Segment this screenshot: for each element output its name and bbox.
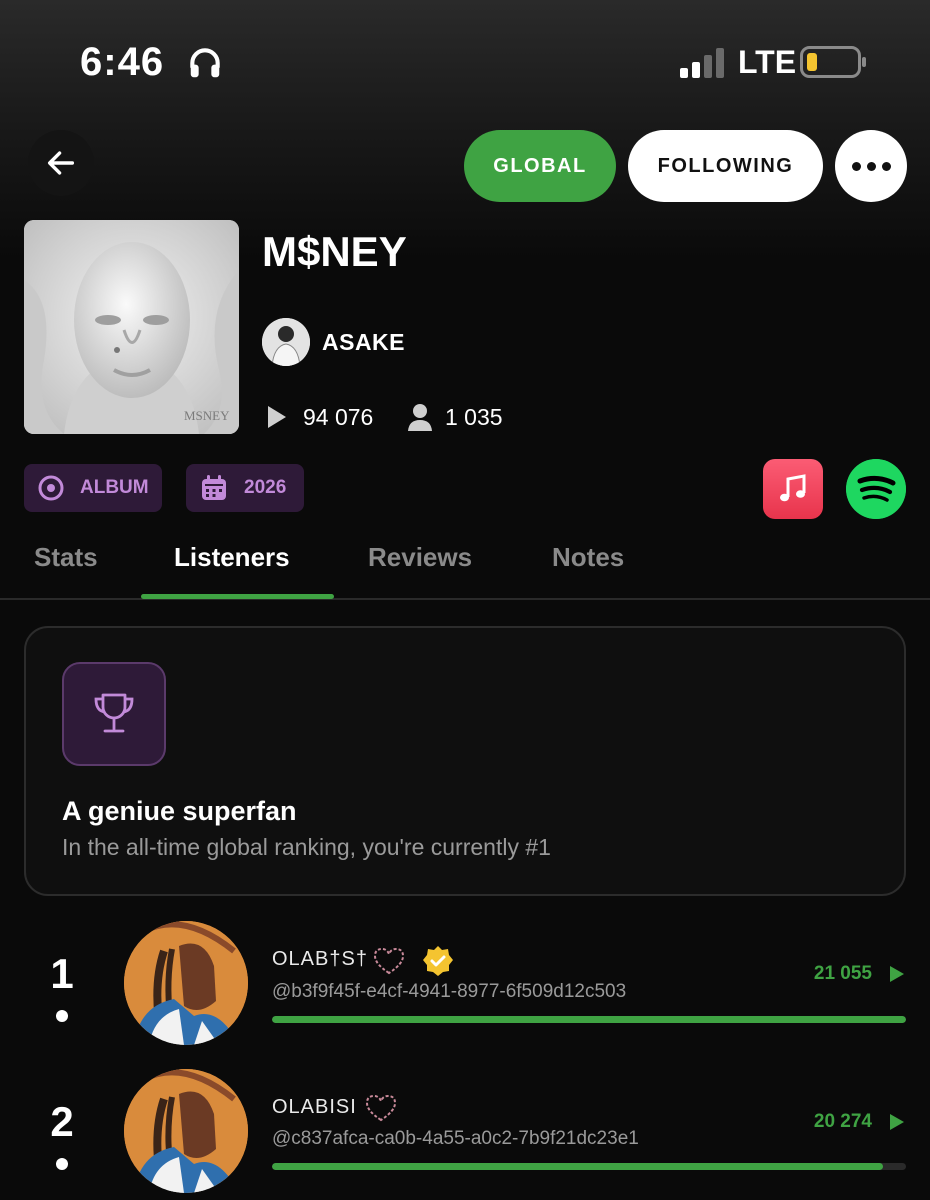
tabs-divider [0, 598, 930, 600]
play-count: 94 076 [303, 404, 374, 430]
album-type-tag: ALBUM [24, 464, 162, 512]
headphones-icon [190, 48, 220, 78]
artist-avatar-image [262, 318, 310, 366]
album-type-label: ALBUM [80, 477, 149, 498]
verified-badge-icon [423, 946, 453, 976]
superfan-title: A geniue superfan [62, 796, 297, 826]
music-note-icon [780, 474, 806, 502]
heart-icon [365, 1094, 397, 1122]
album-cover[interactable]: MSNEY [24, 220, 239, 434]
user-handle: @b3f9f45f-e4cf-4941-8977-6f509d12c503 [272, 981, 627, 1002]
listening-progress-bar [272, 1016, 906, 1023]
listeners-icon [408, 404, 432, 431]
progress-fill [272, 1016, 906, 1023]
rank-number: 2 [50, 1098, 74, 1145]
user-name[interactable]: OLAB†S† [272, 948, 368, 971]
more-dot [866, 161, 876, 171]
more-dot [881, 161, 891, 171]
avatar-image [124, 1069, 248, 1193]
progress-fill [272, 1163, 883, 1170]
network-type: LTE [738, 44, 797, 80]
cover-text: MSNEY [184, 408, 230, 423]
superfan-card: A geniue superfan In the all-time global… [24, 626, 906, 896]
album-cover-art: MSNEY [24, 220, 239, 434]
more-dot [851, 161, 861, 171]
rank-number: 1 [50, 950, 74, 997]
listener-count: 1 035 [445, 404, 503, 430]
play-icon[interactable] [888, 1112, 906, 1132]
artist-name[interactable]: ASAKE [322, 329, 405, 356]
user-play-count: 20 274 [813, 1111, 872, 1132]
back-button[interactable] [28, 130, 94, 196]
user-play-count: 21 055 [813, 963, 872, 984]
tab-reviews[interactable]: Reviews [368, 542, 472, 573]
vinyl-disc-icon [38, 475, 64, 501]
play-count-icon [268, 406, 286, 428]
tab-notes[interactable]: Notes [552, 542, 624, 573]
rank-dot [56, 1010, 68, 1022]
heart-icon [373, 947, 405, 975]
following-button[interactable]: FOLLOWING [628, 130, 823, 202]
global-button[interactable]: GLOBAL [464, 130, 616, 202]
trophy-badge [62, 662, 166, 766]
user-name[interactable]: OLABISI [272, 1096, 357, 1119]
apple-music-icon[interactable] [763, 459, 823, 519]
release-year-tag: 2026 [186, 464, 304, 512]
cellular-signal-icon [680, 48, 724, 78]
play-icon[interactable] [888, 964, 906, 984]
listening-progress-bar [272, 1163, 906, 1170]
artist-avatar[interactable] [262, 318, 310, 366]
arrow-left-icon [47, 151, 75, 175]
superfan-subtitle: In the all-time global ranking, you're c… [62, 834, 551, 860]
battery-icon [800, 46, 866, 78]
avatar[interactable] [124, 921, 248, 1045]
status-time: 6:46 [80, 40, 165, 84]
rank-dot [56, 1158, 68, 1170]
trophy-icon [94, 693, 134, 733]
spotify-icon[interactable] [846, 459, 906, 519]
calendar-icon [202, 475, 226, 500]
user-handle: @c837afca-ca0b-4a55-a0c2-7b9f21dc23e1 [272, 1128, 639, 1149]
album-title: M$NEY [262, 228, 407, 275]
more-options-button[interactable] [835, 130, 907, 202]
avatar[interactable] [124, 1069, 248, 1193]
avatar-image [124, 921, 248, 1045]
tab-stats[interactable]: Stats [34, 542, 98, 573]
tab-listeners[interactable]: Listeners [174, 542, 290, 573]
release-year-label: 2026 [244, 477, 287, 498]
active-tab-indicator [141, 594, 334, 599]
